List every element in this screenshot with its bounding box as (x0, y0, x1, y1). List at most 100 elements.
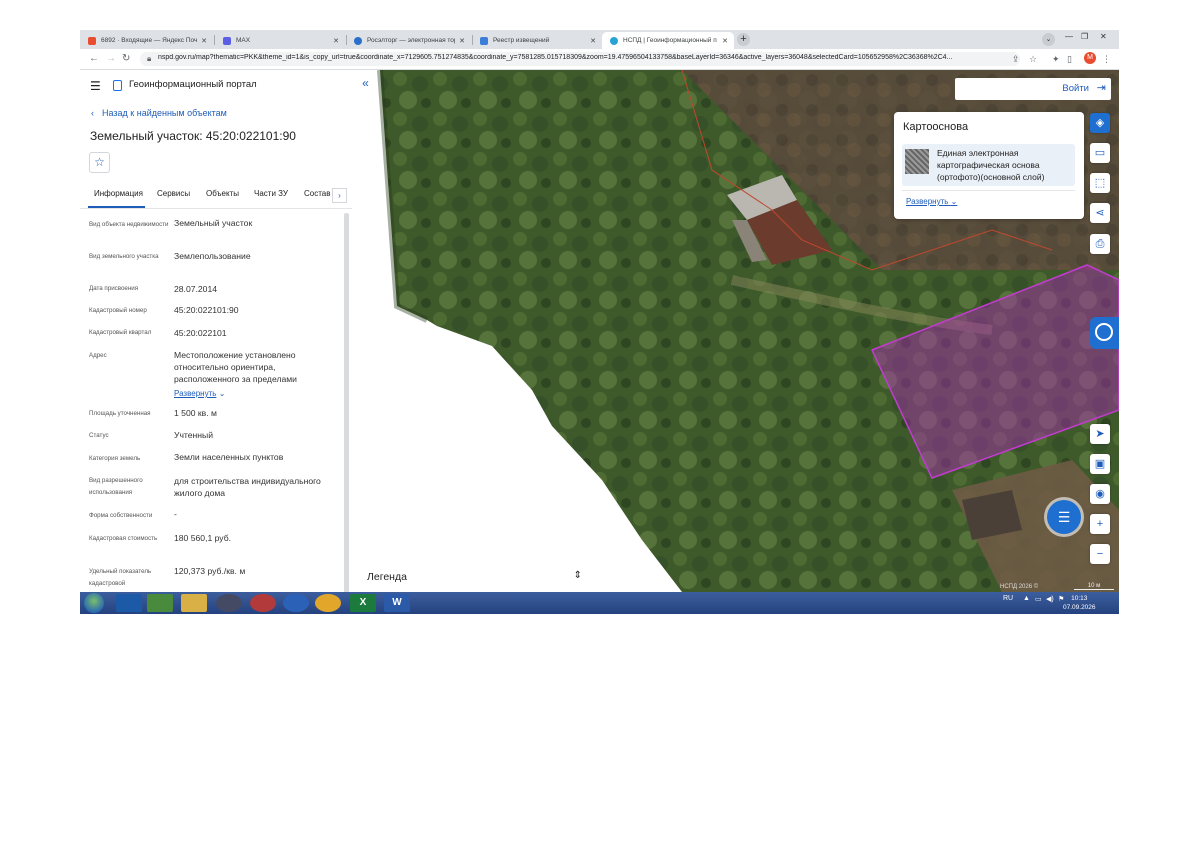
taskbar-app-a[interactable] (216, 594, 242, 612)
basemap-layer-item[interactable]: Единая электронная картографическая осно… (902, 144, 1075, 186)
tab-roseltorg[interactable]: Росэлторг — электронная торг ✕ (346, 32, 471, 49)
map-view[interactable]: « Войти ⇥ Картооснова Единая электронная… (352, 70, 1119, 592)
sidepanel-icon[interactable]: ▯ (1067, 54, 1072, 65)
language-indicator[interactable]: RU (1003, 595, 1013, 602)
login-icon: ⇥ (1096, 82, 1106, 94)
field-value: 45:20:022101:90 (174, 305, 239, 315)
taskbar-app-word[interactable]: W (384, 594, 410, 612)
share-button[interactable]: ⋖ (1090, 203, 1110, 223)
field-label: Адрес (89, 352, 107, 359)
tab-search-icon[interactable]: ⌄ (1042, 33, 1055, 46)
close-icon[interactable]: ✕ (333, 37, 339, 45)
tab-label: MAX (236, 37, 251, 44)
taskbar-app-folder[interactable] (181, 594, 207, 612)
tab-objects[interactable]: Объекты (206, 189, 239, 198)
field-label: Дата присвоения (89, 285, 139, 292)
up-down-chevron-icon: ⇕ (573, 570, 582, 581)
system-clock[interactable]: 10:13 07.09.2026 (1063, 594, 1096, 612)
tab-services[interactable]: Сервисы (157, 189, 190, 198)
field-label: Площадь уточненная (89, 410, 151, 417)
field-value: Землепользование (174, 251, 251, 261)
lock-icon: 🔒︎ (147, 54, 152, 63)
close-icon[interactable]: ✕ (201, 37, 207, 45)
chat-icon: ☰ (1057, 509, 1071, 525)
printer-icon: ⎙ (1095, 238, 1105, 250)
bookmark-star-icon[interactable]: ☆ (1029, 54, 1037, 65)
taskbar-app-excel[interactable]: X (350, 594, 376, 612)
basemap-expand-link[interactable]: Развернуть ⌄ (906, 197, 957, 206)
taskbar-app-notes[interactable] (147, 594, 173, 612)
tray-arrow-icon[interactable]: ▲ (1023, 595, 1030, 602)
basemap-panel: Картооснова Единая электронная картограф… (894, 112, 1084, 219)
address-value: Местоположение установлено относительно … (174, 350, 297, 384)
back-link-label: Назад к найденным объектам (102, 108, 227, 118)
minimize-icon[interactable]: — (1065, 32, 1073, 41)
field-value: 120,373 руб./кв. м (174, 566, 246, 576)
hamburger-menu-icon[interactable]: ☰ (90, 79, 101, 93)
taskbar-app-chrome[interactable] (315, 594, 341, 612)
scale-bar: 10 м (1074, 583, 1114, 590)
layer-thumbnail (905, 149, 929, 174)
forward-arrow-icon[interactable]: → (106, 53, 116, 64)
new-tab-button[interactable]: + (737, 33, 750, 46)
panel-scrollbar[interactable] (344, 213, 349, 592)
nspd-favicon-icon (610, 36, 618, 45)
print-button[interactable]: ⎙ (1090, 234, 1110, 254)
geolocation-button[interactable]: ◉ (1090, 484, 1110, 504)
profile-avatar[interactable]: M (1084, 52, 1096, 64)
assistant-button[interactable] (1090, 317, 1119, 349)
menu-dots-icon[interactable]: ⋮ (1102, 54, 1111, 65)
portal-logo-icon (113, 80, 122, 91)
tab-parts[interactable]: Части ЗУ (254, 189, 288, 198)
start-button[interactable] (84, 593, 104, 613)
minimap-icon: ▣ (1094, 458, 1106, 470)
volume-icon[interactable]: ◀) (1046, 595, 1054, 603)
select-area-icon: ⬚ (1094, 177, 1106, 189)
close-icon[interactable]: ✕ (722, 37, 728, 45)
layers-button[interactable]: ◈ (1090, 113, 1110, 133)
field-label: Статус (89, 432, 109, 439)
reload-icon[interactable]: ↻ (122, 53, 130, 64)
plus-icon: + (1096, 518, 1104, 530)
url-field[interactable]: 🔒︎ nspd.gov.ru/map?thematic=PKK&theme_id… (140, 52, 1020, 66)
tab-composition[interactable]: Состав (304, 189, 331, 198)
field-label: Форма собственности (89, 512, 153, 519)
login-button[interactable]: Войти ⇥ (955, 78, 1111, 100)
network-icon[interactable]: ▭ (1035, 595, 1042, 603)
measure-button[interactable]: ▭ (1090, 143, 1110, 163)
back-arrow-icon[interactable]: ← (89, 53, 99, 64)
address-expand-link[interactable]: Развернуть ⌄ (174, 387, 344, 400)
url-text[interactable]: nspd.gov.ru/map?thematic=PKK&theme_id=1&… (158, 54, 1013, 61)
minimap-button[interactable]: ▣ (1090, 454, 1110, 474)
favorite-star-button[interactable]: ☆ (89, 152, 110, 173)
navigation-arrow-icon: ➤ (1095, 428, 1105, 440)
card-tabs: Информация Сервисы Объекты Части ЗУ Сост… (80, 185, 352, 208)
zoom-out-button[interactable]: − (1090, 544, 1110, 564)
back-to-results-link[interactable]: ‹ Назад к найденным объектам (91, 108, 227, 118)
extensions-icon[interactable]: ✦ (1052, 54, 1060, 65)
tabs-scroll-right-button[interactable]: › (332, 188, 347, 203)
tabs-divider (80, 208, 352, 209)
zoom-in-button[interactable]: + (1090, 514, 1110, 534)
taskbar-app-explorer[interactable] (116, 594, 142, 612)
chat-button[interactable]: ☰ (1047, 500, 1081, 534)
close-icon[interactable]: ✕ (459, 37, 465, 45)
field-value: Учтенный (174, 430, 214, 440)
select-area-button[interactable]: ⬚ (1090, 173, 1110, 193)
close-icon[interactable]: ✕ (590, 37, 596, 45)
tab-max[interactable]: MAX ✕ (215, 32, 345, 49)
layer-label: Единая электронная картографическая осно… (937, 148, 1045, 182)
tab-nspd[interactable]: НСПД | Геоинформационный п ✕ (602, 32, 734, 49)
tab-registry[interactable]: Реестр извещений ✕ (472, 32, 602, 49)
taskbar-app-c[interactable] (283, 594, 309, 612)
close-window-icon[interactable]: ✕ (1100, 32, 1107, 41)
field-value: для строительства индивидуального жилого… (174, 476, 321, 498)
legend-toggle[interactable]: Легенда ⇕ (358, 565, 592, 589)
tab-information[interactable]: Информация (94, 189, 143, 198)
taskbar-app-b[interactable] (250, 594, 276, 612)
maximize-icon[interactable]: ❐ (1081, 32, 1088, 41)
collapse-panel-button[interactable]: « (355, 73, 376, 94)
share-icon[interactable]: ⇪ (1012, 54, 1020, 65)
locate-button[interactable]: ➤ (1090, 424, 1110, 444)
tab-mail[interactable]: 6892 · Входящие — Яндекс Поч ✕ (80, 32, 213, 49)
